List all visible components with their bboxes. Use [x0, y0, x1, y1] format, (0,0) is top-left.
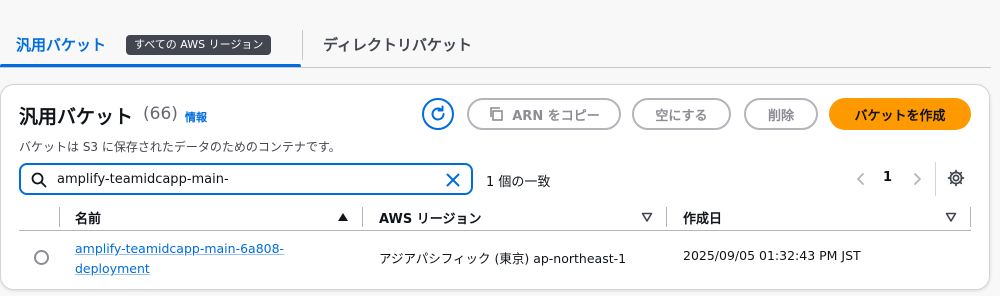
- buckets-panel: 汎用バケット (66) 情報 バケットは S3 に保存されたデータのためのコンテ…: [0, 84, 990, 290]
- sort-ascending-icon[interactable]: [337, 211, 349, 223]
- tab-label: 汎用バケット: [16, 36, 107, 54]
- copy-arn-button[interactable]: ARN をコピー: [467, 98, 621, 130]
- table-row: amplify-teamidcapp-main-6a808-deployment…: [19, 232, 971, 284]
- tab-general-purpose-buckets[interactable]: 汎用バケット すべての AWS リージョン: [0, 0, 302, 68]
- bucket-tabs: 汎用バケット すべての AWS リージョン ディレクトリバケット: [0, 0, 1000, 70]
- bucket-region: アジアパシフィック (東京) ap-northeast-1: [379, 251, 627, 266]
- bucket-count: (66): [143, 104, 178, 124]
- bucket-created-date: 2025/09/05 01:32:43 PM JST: [683, 248, 861, 263]
- chevron-left-icon[interactable]: [853, 171, 869, 187]
- empty-label: 空にする: [655, 108, 708, 124]
- create-bucket-button[interactable]: バケットを作成: [829, 98, 971, 130]
- current-page[interactable]: 1: [883, 170, 892, 185]
- tab-directory-buckets[interactable]: ディレクトリバケット: [323, 34, 472, 55]
- info-link[interactable]: 情報: [185, 109, 207, 125]
- pager-divider: [935, 162, 936, 196]
- copy-icon: [490, 107, 504, 121]
- sort-icon[interactable]: [641, 211, 653, 223]
- empty-bucket-button[interactable]: 空にする: [632, 98, 731, 130]
- delete-bucket-button[interactable]: 削除: [744, 98, 818, 130]
- panel-title: 汎用バケット: [19, 106, 134, 128]
- column-separator: [362, 207, 363, 227]
- clear-icon[interactable]: [445, 172, 461, 188]
- column-separator: [970, 207, 971, 227]
- table-header: 名前 AWS リージョン 作成日: [19, 205, 971, 231]
- refresh-icon: [431, 105, 445, 121]
- panel-description: バケットは S3 に保存されたデータのためのコンテナです。: [19, 140, 341, 154]
- delete-label: 削除: [767, 108, 794, 124]
- chevron-right-icon[interactable]: [909, 171, 925, 187]
- region-badge: すべての AWS リージョン: [126, 35, 272, 55]
- match-count: 1 個の一致: [486, 175, 551, 190]
- column-created[interactable]: 作成日: [683, 208, 722, 227]
- tab-divider: [302, 30, 303, 60]
- gear-icon[interactable]: [947, 169, 965, 187]
- refresh-button[interactable]: [422, 98, 454, 130]
- search-input[interactable]: amplify-teamidcapp-main-: [19, 163, 473, 195]
- column-separator: [666, 207, 667, 227]
- bucket-name-link[interactable]: amplify-teamidcapp-main-6a808-deployment: [75, 239, 315, 279]
- search-value: amplify-teamidcapp-main-: [57, 172, 229, 187]
- search-icon: [31, 172, 47, 188]
- row-select-radio[interactable]: [34, 250, 49, 265]
- copy-arn-label: ARN をコピー: [512, 108, 600, 124]
- column-name[interactable]: 名前: [75, 208, 101, 227]
- create-label: バケットを作成: [854, 108, 946, 124]
- tabs-bottom-border: [0, 67, 991, 68]
- column-separator: [59, 207, 60, 227]
- sort-icon[interactable]: [945, 211, 957, 223]
- column-region[interactable]: AWS リージョン: [379, 208, 481, 227]
